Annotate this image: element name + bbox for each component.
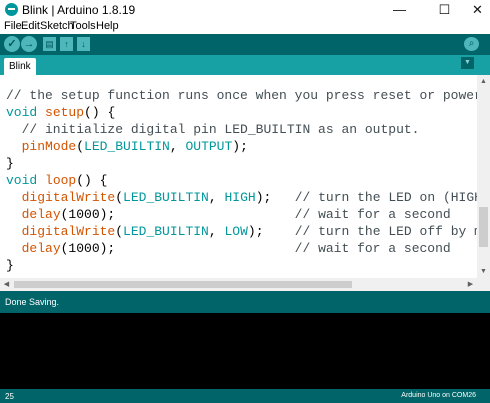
new-sketch-button[interactable]: ▤	[43, 37, 56, 51]
code-token-const: LED_BUILTIN	[123, 190, 209, 205]
code-token-const: HIGH	[224, 190, 256, 205]
code-token-const: LED_BUILTIN	[84, 139, 170, 154]
menu-sketch[interactable]: Sketch	[40, 20, 74, 32]
footer-bar: 25 Arduino Uno on COM26	[0, 389, 490, 403]
menu-tools[interactable]: Tools	[70, 20, 96, 32]
tab-menu-chevron-down-icon[interactable]: ▼	[461, 57, 474, 69]
code-token-func: delay	[21, 207, 61, 222]
code-line[interactable]: delay(1000); // wait for a second	[6, 206, 451, 223]
title-bar: Blink | Arduino 1.8.19 — ☐ ✕	[0, 0, 490, 19]
code-token-comment: // turn the LED on (HIGH	[294, 190, 482, 205]
code-line[interactable]: digitalWrite(LED_BUILTIN, LOW); // turn …	[6, 223, 490, 240]
code-line[interactable]: // the setup function runs once when you…	[6, 87, 482, 104]
code-line[interactable]: void setup() {	[6, 104, 115, 121]
code-token-plain: ,	[208, 224, 225, 239]
code-token-comment: // wait for a second	[294, 241, 451, 256]
code-token-plain: );	[232, 139, 248, 154]
window-title: Blink | Arduino 1.8.19	[22, 3, 136, 17]
minimize-button[interactable]: —	[382, 0, 417, 19]
vertical-scrollbar[interactable]: ▲ ▼	[477, 75, 490, 278]
code-token-plain: (	[76, 139, 85, 154]
scroll-left-icon[interactable]: ◀	[0, 278, 13, 291]
menu-help[interactable]: Help	[96, 20, 119, 32]
scroll-up-icon[interactable]: ▲	[477, 75, 490, 88]
open-sketch-button[interactable]: ↑	[60, 37, 73, 51]
upload-button[interactable]: →	[21, 36, 37, 52]
code-token-plain: ,	[208, 190, 225, 205]
code-line[interactable]: delay(1000); // wait for a second	[6, 240, 451, 257]
code-token-comment: // initialize digital pin LED_BUILTIN as…	[6, 122, 420, 137]
code-token-keyword: void	[6, 105, 38, 120]
code-token-keyword: void	[6, 173, 38, 188]
code-token-func: loop	[45, 173, 77, 188]
code-token-plain: }	[6, 258, 14, 273]
code-token-const: OUTPUT	[185, 139, 233, 154]
code-token-func: pinMode	[21, 139, 77, 154]
code-token-func: digitalWrite	[21, 224, 116, 239]
save-sketch-button[interactable]: ↓	[77, 37, 90, 51]
code-editor[interactable]: // the setup function runs once when you…	[0, 75, 490, 278]
vertical-scroll-thumb[interactable]	[479, 207, 488, 247]
code-line[interactable]: pinMode(LED_BUILTIN, OUTPUT);	[6, 138, 248, 155]
verify-button[interactable]: ✓	[4, 36, 20, 52]
code-token-const: LED_BUILTIN	[123, 224, 209, 239]
scroll-down-icon[interactable]: ▼	[477, 265, 490, 278]
code-token-func: digitalWrite	[21, 190, 116, 205]
board-port-info: Arduino Uno on COM26	[401, 392, 476, 399]
maximize-button[interactable]: ☐	[427, 0, 462, 19]
scroll-right-icon[interactable]: ▶	[464, 278, 477, 291]
code-token-plain: }	[6, 156, 14, 171]
status-bar: Done Saving.	[0, 291, 490, 313]
code-line[interactable]: void loop() {	[6, 172, 107, 189]
menu-file[interactable]: File	[4, 20, 22, 32]
close-button[interactable]: ✕	[460, 0, 490, 19]
menu-edit[interactable]: Edit	[21, 20, 40, 32]
code-token-func: setup	[45, 105, 85, 120]
code-line[interactable]: digitalWrite(LED_BUILTIN, HIGH); // turn…	[6, 189, 482, 206]
horizontal-scrollbar[interactable]: ◀ ▶	[0, 278, 490, 291]
code-line[interactable]: }	[6, 155, 14, 172]
code-token-plain: ,	[169, 139, 186, 154]
code-token-plain: () {	[84, 105, 116, 120]
code-token-func: delay	[21, 241, 61, 256]
code-token-plain: () {	[76, 173, 108, 188]
code-token-plain: (	[115, 190, 124, 205]
line-number: 25	[5, 392, 14, 401]
console-output[interactable]	[0, 313, 490, 389]
code-token-const: LOW	[224, 224, 248, 239]
arduino-logo-icon	[5, 3, 18, 16]
serial-monitor-button[interactable]: ⌕	[464, 37, 479, 51]
code-token-comment: // turn the LED off by ma	[294, 224, 490, 239]
horizontal-scroll-thumb[interactable]	[14, 281, 352, 288]
tab-blink[interactable]: Blink	[4, 58, 36, 75]
menu-bar: File Edit Sketch Tools Help	[0, 19, 490, 34]
code-token-plain: );	[247, 224, 295, 239]
code-token-plain: (	[115, 224, 124, 239]
code-line[interactable]: }	[6, 257, 14, 274]
code-token-comment: // wait for a second	[294, 207, 451, 222]
code-token-plain: );	[255, 190, 295, 205]
tab-strip: Blink ▼	[0, 55, 490, 75]
code-line[interactable]: // initialize digital pin LED_BUILTIN as…	[6, 121, 420, 138]
toolbar: ✓ → ▤ ↑ ↓ ⌕	[0, 34, 490, 55]
code-token-plain: (1000);	[60, 207, 295, 222]
code-token-plain: (1000);	[60, 241, 295, 256]
code-token-comment: // the setup function runs once when you…	[6, 88, 482, 103]
status-message: Done Saving.	[5, 297, 60, 307]
